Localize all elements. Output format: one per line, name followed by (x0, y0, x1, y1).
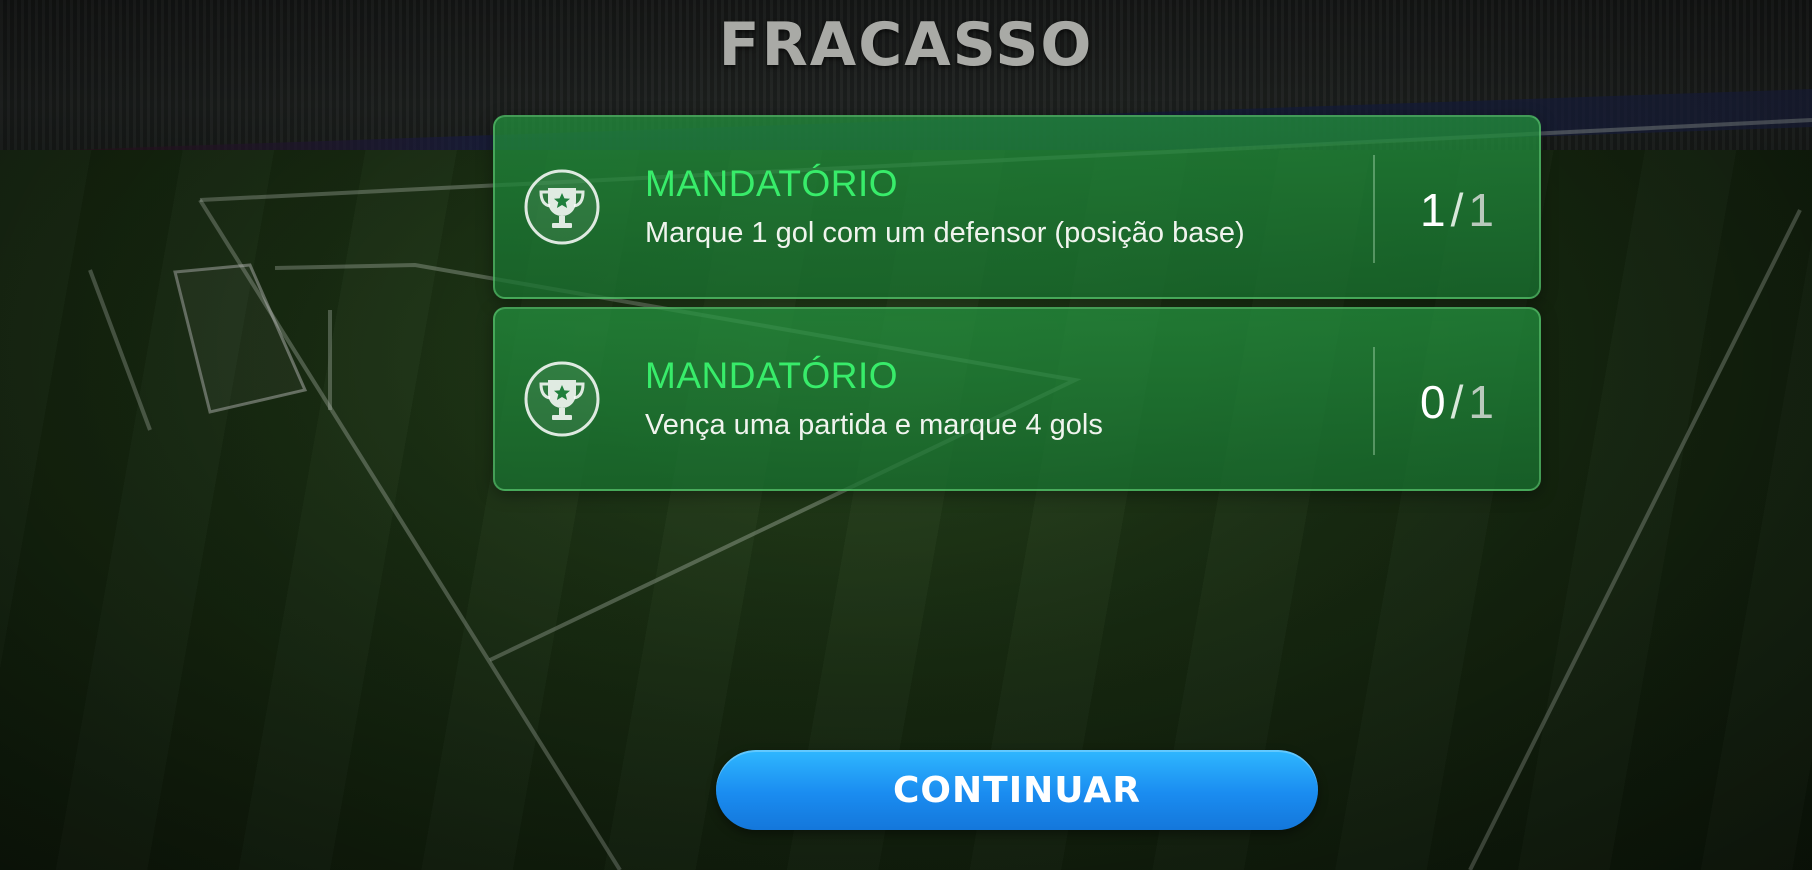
mission-label: MANDATÓRIO (645, 355, 899, 396)
trophy-icon (524, 361, 600, 437)
progress-current: 0 (1420, 376, 1447, 428)
mission-card: MANDATÓRIO Marque 1 gol com um defensor … (493, 115, 1541, 299)
result-title: FRACASSO (718, 10, 1094, 80)
progress-total: 1 (1468, 376, 1495, 428)
mission-description: Vença uma partida e marque 4 gols (645, 409, 1103, 441)
progress-current: 1 (1420, 184, 1447, 236)
mission-list: MANDATÓRIO Marque 1 gol com um defensor … (493, 115, 1541, 499)
trophy-icon (524, 169, 600, 245)
card-divider (1373, 155, 1375, 263)
progress-separator: / (1450, 376, 1465, 428)
mission-card: MANDATÓRIO Vença uma partida e marque 4 … (493, 307, 1541, 491)
continue-button[interactable]: CONTINUAR (716, 750, 1318, 830)
mission-progress: 1/1 (1420, 183, 1495, 237)
progress-separator: / (1450, 184, 1465, 236)
mission-description: Marque 1 gol com um defensor (posição ba… (645, 217, 1245, 249)
progress-total: 1 (1468, 184, 1495, 236)
mission-progress: 0/1 (1420, 375, 1495, 429)
mission-label: MANDATÓRIO (645, 163, 899, 204)
card-divider (1373, 347, 1375, 455)
